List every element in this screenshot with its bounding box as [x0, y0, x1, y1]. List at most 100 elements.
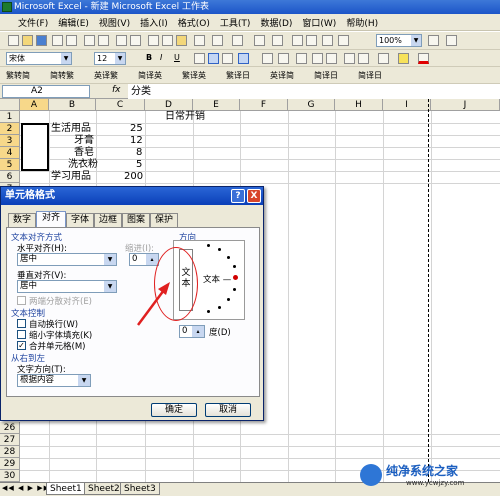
- cell-b6[interactable]: 学习用品: [51, 171, 91, 183]
- menu-tools[interactable]: 工具(T): [220, 16, 251, 29]
- menu-view[interactable]: 视图(V): [99, 16, 130, 29]
- autosum-icon[interactable]: [272, 35, 283, 46]
- row-header-2[interactable]: 2: [0, 123, 20, 135]
- cell-b2[interactable]: 生活用品: [51, 123, 91, 135]
- row-header-5[interactable]: 5: [0, 159, 20, 171]
- degrees-spinner[interactable]: 0 ▴: [179, 325, 205, 338]
- cjk-button-2[interactable]: 简转繁: [50, 70, 74, 81]
- zoom-select[interactable]: 100% ▼: [376, 34, 422, 47]
- copy-icon[interactable]: [162, 35, 173, 46]
- cjk-button-1[interactable]: 繁转简: [6, 70, 30, 81]
- chart-wizard-icon[interactable]: [322, 35, 333, 46]
- cjk-button-8[interactable]: 简译日: [314, 70, 338, 81]
- tab-patterns[interactable]: 图案: [122, 213, 150, 227]
- indent-spinner[interactable]: 0 ▴: [129, 253, 159, 266]
- bold-button[interactable]: B: [146, 53, 152, 62]
- menu-edit[interactable]: 编辑(E): [58, 16, 89, 29]
- cjk-button-4[interactable]: 简译英: [138, 70, 162, 81]
- tab-alignment[interactable]: 对齐: [36, 211, 66, 228]
- wrap-text-checkbox[interactable]: [17, 319, 26, 328]
- tab-protection[interactable]: 保护: [150, 213, 178, 227]
- column-header-g[interactable]: G: [288, 99, 335, 111]
- menu-format[interactable]: 格式(O): [178, 16, 210, 29]
- align-right-icon[interactable]: [222, 53, 233, 64]
- cell-b4[interactable]: 香皂: [74, 147, 94, 159]
- currency-icon[interactable]: [262, 53, 273, 64]
- sheet-tab-3[interactable]: Sheet3: [120, 483, 160, 495]
- cjk-button-9[interactable]: 简译日: [358, 70, 382, 81]
- row-header-29[interactable]: 29: [0, 458, 20, 470]
- cell-c5[interactable]: 5: [136, 159, 142, 171]
- menu-help[interactable]: 帮助(H): [346, 16, 378, 29]
- cjk-button-6[interactable]: 繁译日: [226, 70, 250, 81]
- row-header-6[interactable]: 6: [0, 171, 20, 183]
- drawing-icon[interactable]: [338, 35, 349, 46]
- increase-decimal-icon[interactable]: [312, 53, 323, 64]
- cell-c4[interactable]: 8: [136, 147, 142, 159]
- column-header-a[interactable]: A: [20, 99, 49, 111]
- menu-insert[interactable]: 插入(I): [140, 16, 168, 29]
- decrease-decimal-icon[interactable]: [326, 53, 337, 64]
- menu-file[interactable]: 文件(F): [18, 16, 48, 29]
- hyperlink-icon[interactable]: [254, 35, 265, 46]
- percent-icon[interactable]: [278, 53, 289, 64]
- row-header-28[interactable]: 28: [0, 446, 20, 458]
- column-header-b[interactable]: B: [49, 99, 96, 111]
- print-icon[interactable]: [84, 35, 95, 46]
- menu-data[interactable]: 数据(D): [260, 16, 292, 29]
- row-header-3[interactable]: 3: [0, 135, 20, 147]
- select-all-corner[interactable]: [0, 99, 20, 111]
- italic-button[interactable]: I: [160, 53, 162, 62]
- print-preview-icon[interactable]: [98, 35, 109, 46]
- column-header-d[interactable]: D: [145, 99, 193, 111]
- format-painter-icon[interactable]: [194, 35, 205, 46]
- cut-icon[interactable]: [148, 35, 159, 46]
- row-header-27[interactable]: 27: [0, 434, 20, 446]
- orientation-handle[interactable]: [233, 275, 238, 280]
- cancel-button[interactable]: 取消: [205, 403, 251, 417]
- increase-indent-icon[interactable]: [358, 53, 369, 64]
- ok-button[interactable]: 确定: [151, 403, 197, 417]
- insert-function-button[interactable]: fx: [112, 85, 121, 95]
- name-box[interactable]: A2: [2, 85, 90, 98]
- underline-button[interactable]: U: [174, 53, 180, 62]
- font-color-icon[interactable]: [418, 53, 429, 64]
- sheet-tab-2[interactable]: Sheet2: [84, 483, 124, 495]
- row-header-1[interactable]: 1: [0, 111, 20, 123]
- tab-font[interactable]: 字体: [66, 213, 94, 227]
- shrink-to-fit-checkbox[interactable]: [17, 330, 26, 339]
- comma-icon[interactable]: [296, 53, 307, 64]
- new-icon[interactable]: [8, 35, 19, 46]
- column-header-f[interactable]: F: [240, 99, 288, 111]
- column-header-h[interactable]: H: [335, 99, 383, 111]
- dialog-close-button[interactable]: X: [247, 189, 261, 203]
- cjk-button-3[interactable]: 英译繁: [94, 70, 118, 81]
- align-center-icon[interactable]: [208, 53, 219, 64]
- distributed-checkbox[interactable]: [17, 296, 26, 305]
- toolbar-options-icon[interactable]: [446, 35, 457, 46]
- font-name-select[interactable]: 宋体 ▼: [6, 52, 72, 65]
- selected-cell-a2[interactable]: [21, 123, 49, 171]
- sort-ascending-icon[interactable]: [292, 35, 303, 46]
- column-header-c[interactable]: C: [96, 99, 145, 111]
- font-size-select[interactable]: 12 ▼: [94, 52, 126, 65]
- menu-window[interactable]: 窗口(W): [302, 16, 336, 29]
- undo-icon[interactable]: [212, 35, 223, 46]
- merge-cells-checkbox[interactable]: ✓: [17, 341, 26, 350]
- cell-b3[interactable]: 牙膏: [74, 135, 94, 147]
- column-header-e[interactable]: E: [193, 99, 240, 111]
- sheet-tab-1[interactable]: Sheet1: [46, 483, 86, 495]
- cell-c6[interactable]: 200: [124, 171, 143, 183]
- tab-border[interactable]: 边框: [94, 213, 122, 227]
- save-icon[interactable]: [36, 35, 47, 46]
- tab-number[interactable]: 数字: [8, 213, 36, 227]
- email-icon[interactable]: [66, 35, 77, 46]
- row-header-26[interactable]: 26: [0, 422, 20, 434]
- cell-c3[interactable]: 12: [130, 135, 143, 147]
- vertical-align-select[interactable]: 居中 ▼: [17, 280, 117, 293]
- open-icon[interactable]: [22, 35, 33, 46]
- sheet-nav-arrows-icon[interactable]: ◀◀ ◀ ▶ ▶▶: [2, 484, 50, 492]
- cell-d1[interactable]: 日常开销: [165, 111, 205, 123]
- column-header-j[interactable]: J: [431, 99, 500, 111]
- row-header-4[interactable]: 4: [0, 147, 20, 159]
